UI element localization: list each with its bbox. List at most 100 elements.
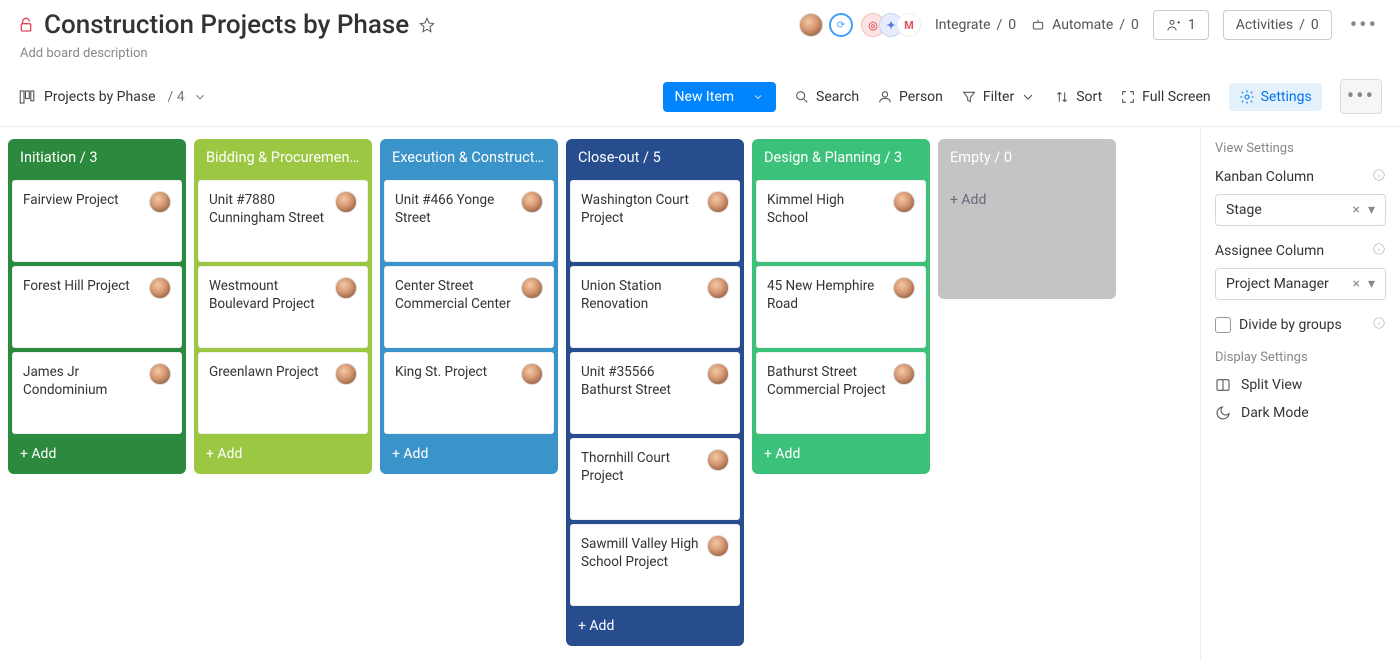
assignee-column-label: Assignee Column	[1215, 242, 1386, 260]
kanban-card[interactable]: 45 New Hemphire Road	[756, 266, 926, 348]
chevron-down-icon[interactable]: ▾	[1368, 202, 1375, 218]
add-card-button[interactable]: + Add	[8, 438, 186, 474]
assignee-avatar[interactable]	[521, 277, 543, 299]
card-title: James Jr Condominium	[23, 363, 143, 423]
clear-icon[interactable]: ×	[1352, 276, 1359, 292]
kanban-column-select[interactable]: Stage ×▾	[1215, 194, 1386, 226]
assignee-avatar[interactable]	[893, 191, 915, 213]
assignee-avatar[interactable]	[521, 191, 543, 213]
kanban-card[interactable]: Washington Court Project	[570, 180, 740, 262]
chevron-down-icon[interactable]: ▾	[1368, 276, 1375, 292]
add-card-button[interactable]: + Add	[566, 610, 744, 646]
add-card-button[interactable]: + Add	[194, 438, 372, 474]
assignee-avatar[interactable]	[707, 363, 729, 385]
view-name[interactable]: Projects by Phase	[44, 89, 156, 105]
display-settings-heading: Display Settings	[1215, 350, 1386, 365]
assignee-avatar[interactable]	[149, 277, 171, 299]
card-title: Westmount Boulevard Project	[209, 277, 329, 337]
star-icon[interactable]	[419, 17, 435, 33]
column-header[interactable]: Design & Planning / 3	[752, 139, 930, 176]
assignee-avatar[interactable]	[335, 363, 357, 385]
info-icon[interactable]	[1372, 168, 1386, 186]
automate-button[interactable]: Automate / 0	[1030, 17, 1139, 33]
kanban-card[interactable]: Center Street Commercial Center	[384, 266, 554, 348]
info-icon[interactable]	[1372, 316, 1386, 334]
kanban-card[interactable]: Sawmill Valley High School Project	[570, 524, 740, 606]
info-icon[interactable]	[1372, 242, 1386, 260]
kanban-card[interactable]: Union Station Renovation	[570, 266, 740, 348]
kanban-card[interactable]: Unit #7880 Cunningham Street	[198, 180, 368, 262]
activities-label: Activities	[1236, 17, 1293, 33]
add-card-button[interactable]: + Add	[380, 438, 558, 474]
invite-count: 1	[1188, 17, 1196, 33]
fullscreen-button[interactable]: Full Screen	[1120, 89, 1210, 105]
split-view-button[interactable]: Split View	[1215, 377, 1386, 393]
robot-icon	[1030, 17, 1046, 33]
add-card-button[interactable]: + Add	[752, 438, 930, 474]
assignee-avatar[interactable]	[707, 535, 729, 557]
kanban-card[interactable]: Forest Hill Project	[12, 266, 182, 348]
kanban-card[interactable]: Bathurst Street Commercial Project	[756, 352, 926, 434]
kanban-view-icon	[18, 88, 36, 106]
new-item-button[interactable]: New Item	[663, 82, 777, 112]
assignee-column-select[interactable]: Project Manager ×▾	[1215, 268, 1386, 300]
kanban-card[interactable]: King St. Project	[384, 352, 554, 434]
kanban-column: Execution & Constructio… Unit #466 Yonge …	[380, 139, 558, 474]
view-count: / 4	[168, 89, 185, 105]
add-card-button[interactable]: + Add	[938, 184, 1116, 220]
board-description-placeholder[interactable]: Add board description	[20, 46, 1382, 61]
assignee-avatar[interactable]	[707, 191, 729, 213]
assignee-avatar[interactable]	[707, 277, 729, 299]
assignee-avatar[interactable]	[335, 191, 357, 213]
card-title: Union Station Renovation	[581, 277, 701, 337]
kanban-card[interactable]: Fairview Project	[12, 180, 182, 262]
automate-count: 0	[1131, 17, 1139, 33]
kanban-column: Bidding & Procurement / 3 Unit #7880 Cunn…	[194, 139, 372, 474]
filter-button[interactable]: Filter	[961, 89, 1036, 105]
assignee-avatar[interactable]	[521, 363, 543, 385]
avatar[interactable]	[799, 13, 823, 37]
column-header[interactable]: Close-out / 5	[566, 139, 744, 176]
column-header[interactable]: Empty / 0	[938, 139, 1116, 176]
kanban-card[interactable]: Unit #35566 Bathurst Street	[570, 352, 740, 434]
board-title[interactable]: Construction Projects by Phase	[44, 10, 409, 40]
assignee-avatar[interactable]	[149, 363, 171, 385]
column-header[interactable]: Bidding & Procurement / 3	[194, 139, 372, 176]
card-title: Washington Court Project	[581, 191, 701, 251]
person-filter-button[interactable]: Person	[877, 89, 943, 105]
settings-button[interactable]: Settings	[1229, 83, 1322, 111]
kanban-card[interactable]: James Jr Condominium	[12, 352, 182, 434]
chevron-down-icon[interactable]	[193, 90, 207, 104]
kanban-card[interactable]: Thornhill Court Project	[570, 438, 740, 520]
more-menu-icon[interactable]: •••	[1346, 11, 1382, 40]
new-item-label: New Item	[675, 89, 735, 105]
kanban-card[interactable]: Kimmel High School	[756, 180, 926, 262]
invite-button[interactable]: 1	[1153, 10, 1209, 40]
assignee-avatar[interactable]	[707, 449, 729, 471]
settings-panel: View Settings Kanban Column Stage ×▾ Ass…	[1200, 127, 1400, 660]
search-button[interactable]: Search	[794, 89, 859, 105]
chevron-down-icon	[1020, 89, 1036, 105]
kanban-column: Design & Planning / 3 Kimmel High School4…	[752, 139, 930, 474]
board-toolbar: Projects by Phase / 4 New Item Search Pe…	[0, 67, 1400, 127]
kanban-card[interactable]: Greenlawn Project	[198, 352, 368, 434]
clear-icon[interactable]: ×	[1352, 202, 1359, 218]
assignee-avatar[interactable]	[335, 277, 357, 299]
toolbar-more-icon[interactable]: •••	[1340, 79, 1382, 114]
column-header[interactable]: Execution & Constructio…	[380, 139, 558, 176]
presence-indicator-icon[interactable]: ⟳	[829, 13, 853, 37]
app-integrations-icons[interactable]: ◎✦M	[867, 13, 921, 37]
integrate-button[interactable]: Integrate / 0	[935, 17, 1016, 33]
column-header[interactable]: Initiation / 3	[8, 139, 186, 176]
search-icon	[794, 89, 810, 105]
divide-by-groups-checkbox[interactable]: Divide by groups	[1215, 316, 1386, 334]
lock-icon	[18, 17, 34, 33]
dark-mode-button[interactable]: Dark Mode	[1215, 405, 1386, 421]
kanban-card[interactable]: Westmount Boulevard Project	[198, 266, 368, 348]
sort-button[interactable]: Sort	[1054, 89, 1102, 105]
kanban-card[interactable]: Unit #466 Yonge Street	[384, 180, 554, 262]
activities-button[interactable]: Activities / 0	[1223, 10, 1332, 40]
assignee-avatar[interactable]	[893, 363, 915, 385]
assignee-avatar[interactable]	[149, 191, 171, 213]
assignee-avatar[interactable]	[893, 277, 915, 299]
